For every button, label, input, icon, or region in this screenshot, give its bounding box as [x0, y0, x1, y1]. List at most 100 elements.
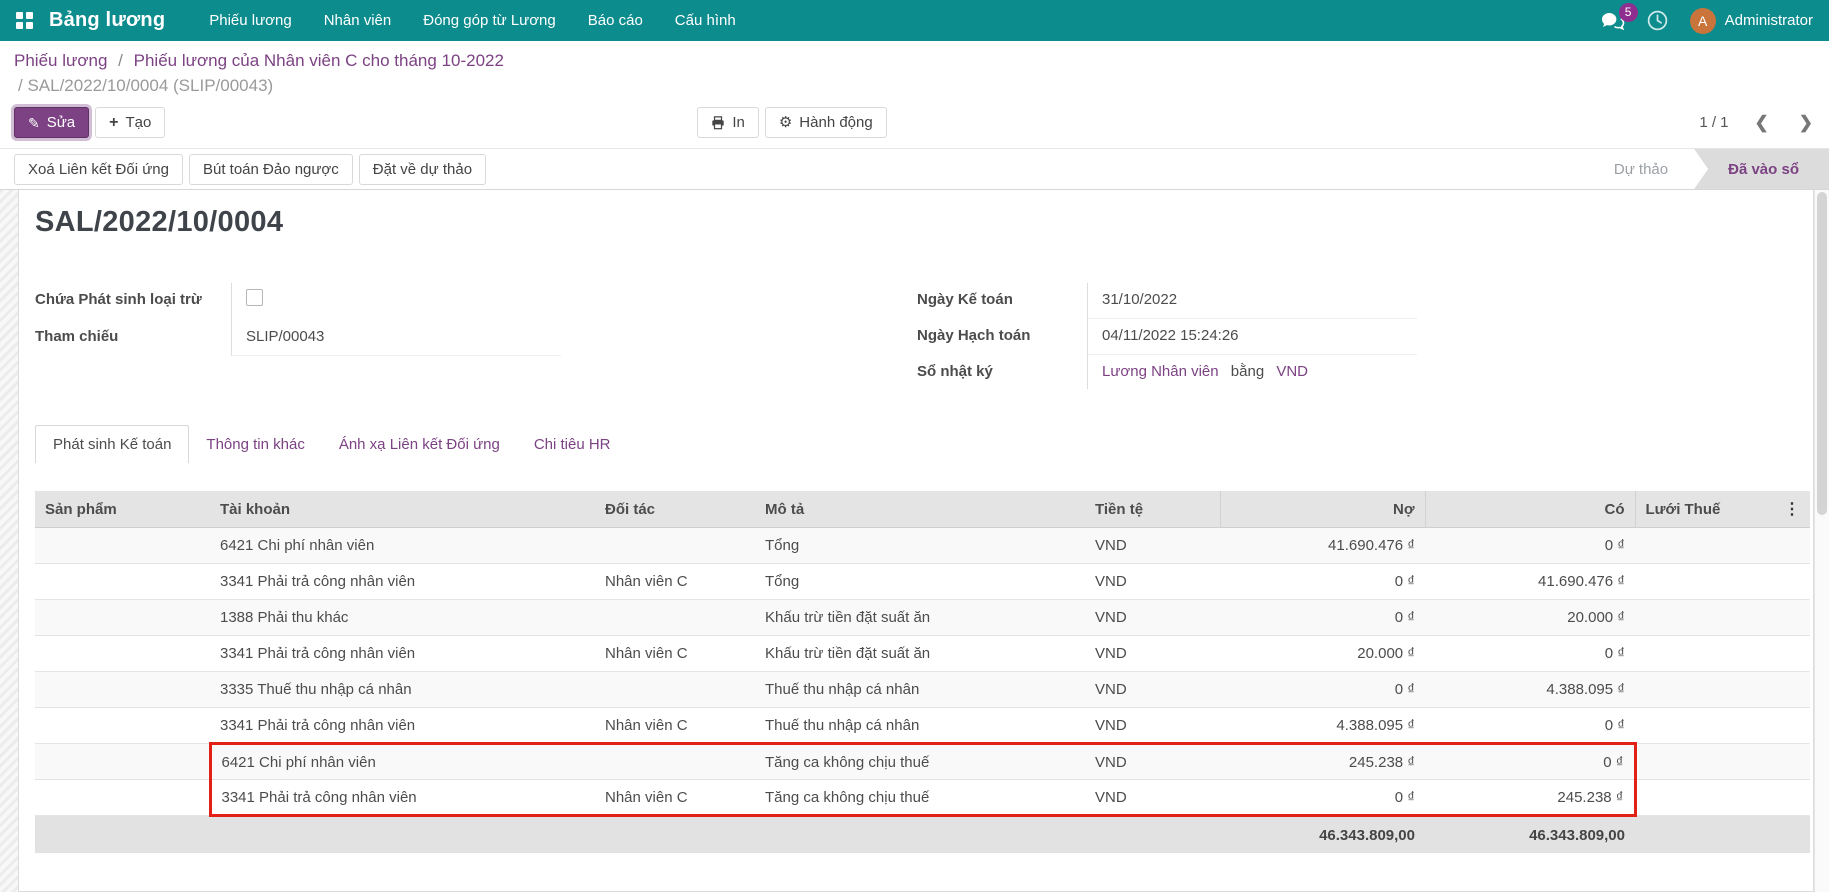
posting-date-value: 04/11/2022 15:24:26 [1087, 319, 1417, 355]
col-header-currency[interactable]: Tiền tệ [1085, 491, 1220, 528]
pager-value: 1 / 1 [1699, 114, 1728, 131]
cell-description: Khấu trừ tiền đặt suất ăn [755, 600, 1085, 636]
cell-tax-grid [1635, 672, 1765, 708]
cell-account: 3341 Phải trả công nhân viên [210, 636, 595, 672]
plus-icon: + [109, 115, 118, 131]
table-header-row: Sản phẩm Tài khoản Đối tác Mô tả Tiền tệ… [35, 491, 1810, 528]
col-header-debit[interactable]: Nợ [1220, 491, 1425, 528]
col-header-description[interactable]: Mô tả [755, 491, 1085, 528]
app-brand[interactable]: Bảng lương [49, 9, 165, 32]
delete-reconciliation-button[interactable]: Xoá Liên kết Đối ứng [14, 154, 183, 185]
cell-account: 6421 Chi phí nhân viên [210, 744, 595, 780]
action-button[interactable]: ⚙ Hành động [765, 107, 887, 138]
table-row[interactable]: 3341 Phải trả công nhân viênNhân viên CK… [35, 636, 1810, 672]
table-row[interactable]: 3341 Phải trả công nhân viênNhân viên CT… [35, 708, 1810, 744]
cell-credit: 20.000 ₫ [1425, 600, 1635, 636]
pager-next-button[interactable]: ❯ [1799, 113, 1813, 133]
activities-clock-icon[interactable] [1647, 10, 1668, 31]
cell-credit: 0 ₫ [1425, 744, 1635, 780]
tab-phat-sinh-ke-toan[interactable]: Phát sinh Kế toán [35, 425, 189, 463]
cell-account: 3335 Thuế thu nhập cá nhân [210, 672, 595, 708]
status-step-draft[interactable]: Dự thảo [1588, 149, 1694, 189]
statusbar: Xoá Liên kết Đối ứng Bút toán Đảo ngược … [0, 148, 1829, 190]
col-header-account[interactable]: Tài khoản [210, 491, 595, 528]
table-row[interactable]: 6421 Chi phí nhân viênTăng ca không chịu… [35, 744, 1810, 780]
cell-currency: VND [1085, 636, 1220, 672]
vertical-scrollbar[interactable] [1814, 190, 1829, 892]
scrollbar-thumb[interactable] [1817, 192, 1827, 515]
cell-description: Thuế thu nhập cá nhân [755, 672, 1085, 708]
table-row[interactable]: 3341 Phải trả công nhân viênNhân viên CT… [35, 564, 1810, 600]
nav-item-phieu-luong[interactable]: Phiếu lương [195, 2, 305, 39]
cell-credit: 0 ₫ [1425, 636, 1635, 672]
reset-to-draft-button[interactable]: Đặt về dự thảo [359, 154, 486, 185]
nav-item-bao-cao[interactable]: Báo cáo [574, 2, 657, 39]
cell-product [35, 528, 210, 564]
cell-credit: 41.690.476 ₫ [1425, 564, 1635, 600]
cell-currency: VND [1085, 708, 1220, 744]
tab-thong-tin-khac[interactable]: Thông tin khác [189, 426, 321, 463]
cell-currency: VND [1085, 528, 1220, 564]
tab-chi-tieu-hr[interactable]: Chi tiêu HR [517, 426, 628, 463]
reference-value: SLIP/00043 [231, 320, 561, 356]
apps-menu-icon[interactable] [16, 12, 33, 29]
col-header-partner[interactable]: Đối tác [595, 491, 755, 528]
cell-partner: Nhân viên C [595, 636, 755, 672]
create-button[interactable]: + Tạo [95, 107, 165, 138]
col-header-product[interactable]: Sản phẩm [35, 491, 210, 528]
cell-debit: 0 ₫ [1220, 672, 1425, 708]
col-header-tax-grid[interactable]: Lưới Thuế [1635, 491, 1765, 528]
tab-anh-xa-lien-ket-doi-ung[interactable]: Ánh xạ Liên kết Đối ứng [322, 426, 517, 463]
col-header-credit[interactable]: Có [1425, 491, 1635, 528]
exclude-moves-checkbox[interactable] [246, 289, 263, 306]
reverse-entry-button[interactable]: Bút toán Đảo ngược [189, 154, 353, 185]
cell-menu [1765, 780, 1810, 816]
field-group-right: Ngày Kế toán 31/10/2022 Ngày Hạch toán 0… [917, 283, 1799, 389]
avatar: A [1690, 8, 1716, 34]
cell-account: 3341 Phải trả công nhân viên [210, 564, 595, 600]
messages-badge: 5 [1619, 3, 1638, 22]
journal-link[interactable]: Lương Nhân viên [1102, 363, 1219, 380]
breadcrumb: Phiếu lương / Phiếu lương của Nhân viên … [0, 41, 1829, 98]
pager-previous-button[interactable]: ❮ [1755, 113, 1769, 133]
cell-currency: VND [1085, 744, 1220, 780]
cell-partner: Nhân viên C [595, 780, 755, 816]
table-row[interactable]: 6421 Chi phí nhân viênTổngVND41.690.476 … [35, 528, 1810, 564]
cell-menu [1765, 744, 1810, 780]
printer-icon [711, 116, 725, 130]
status-step-posted[interactable]: Đã vào sổ [1694, 149, 1829, 189]
nav-item-cau-hinh[interactable]: Cấu hình [661, 2, 750, 39]
cell-product [35, 708, 210, 744]
nav-item-nhan-vien[interactable]: Nhân viên [310, 2, 406, 39]
messages-icon[interactable]: 5 [1601, 12, 1625, 30]
breadcrumb-link-payslips[interactable]: Phiếu lương [14, 51, 107, 70]
cell-credit: 0 ₫ [1425, 708, 1635, 744]
cell-currency: VND [1085, 780, 1220, 816]
optional-columns-icon[interactable]: ⋮ [1765, 491, 1810, 528]
table-row[interactable]: 1388 Phải thu khácKhấu trừ tiền đặt suất… [35, 600, 1810, 636]
table-row[interactable]: 3341 Phải trả công nhân viênNhân viên CT… [35, 780, 1810, 816]
nav-item-dong-gop-tu-luong[interactable]: Đóng góp từ Lương [409, 2, 570, 39]
user-menu[interactable]: A Administrator [1690, 8, 1813, 34]
print-button[interactable]: In [697, 107, 759, 138]
cell-account: 3341 Phải trả công nhân viên [210, 708, 595, 744]
breadcrumb-link-payslip-record[interactable]: Phiếu lương của Nhân viên C cho tháng 10… [134, 51, 504, 70]
top-navbar: Bảng lương Phiếu lương Nhân viên Đóng gó… [0, 0, 1829, 41]
journal-currency-link[interactable]: VND [1276, 363, 1308, 380]
breadcrumb-separator: / [118, 51, 123, 70]
cell-account: 6421 Chi phí nhân viên [210, 528, 595, 564]
cell-debit: 41.690.476 ₫ [1220, 528, 1425, 564]
gear-icon: ⚙ [779, 115, 792, 130]
credit-total: 46.343.809,00 [1425, 816, 1635, 853]
cell-debit: 0 ₫ [1220, 564, 1425, 600]
cell-product [35, 744, 210, 780]
table-row[interactable]: 3335 Thuế thu nhập cá nhân Thuế thu nhập … [35, 672, 1810, 708]
cell-description: Thuế thu nhập cá nhân [755, 708, 1085, 744]
cell-partner [595, 672, 755, 708]
page-title: SAL/2022/10/0004 [35, 206, 1799, 239]
cell-partner: Nhân viên C [595, 708, 755, 744]
breadcrumb-current: / SAL/2022/10/0004 (SLIP/00043) [14, 76, 1813, 96]
cell-partner [595, 600, 755, 636]
edit-button[interactable]: ✎ Sửa [14, 107, 89, 138]
cell-currency: VND [1085, 600, 1220, 636]
